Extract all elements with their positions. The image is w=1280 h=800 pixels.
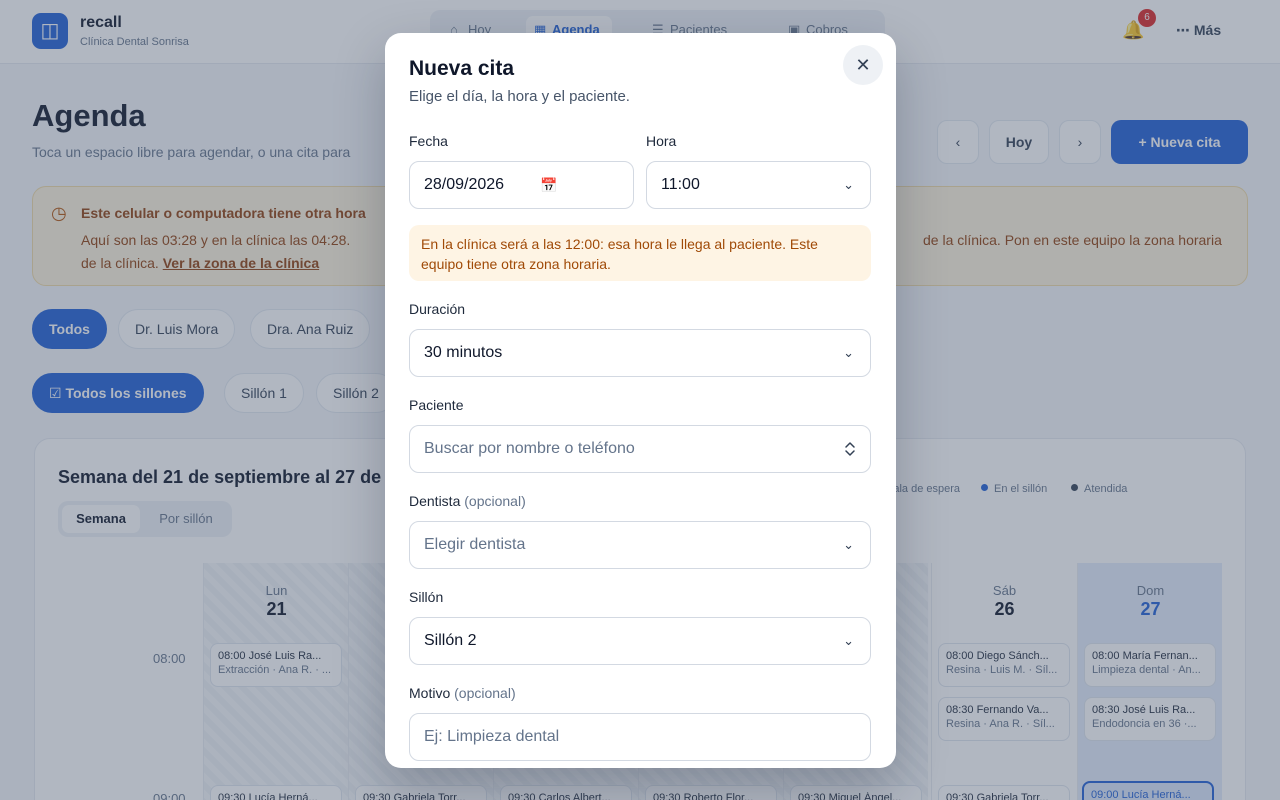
motivo-label: Motivo (opcional) <box>409 685 516 701</box>
close-icon: ✕ <box>855 55 871 75</box>
dialog-subtitle: Elige el día, la hora y el paciente. <box>409 88 630 105</box>
hora-label: Hora <box>646 133 677 149</box>
date-input[interactable]: 28/09/2026 📅 <box>409 161 634 209</box>
dentista-label-text: Dentista <box>409 493 461 509</box>
duration-value: 30 minutos <box>424 344 503 361</box>
up-down-chevron-icon <box>845 442 855 456</box>
patient-placeholder: Buscar por nombre o teléfono <box>424 440 635 457</box>
dentist-placeholder: Elegir dentista <box>424 536 526 553</box>
motivo-label-text: Motivo <box>409 685 451 701</box>
reason-input[interactable]: Ej: Limpieza dental <box>409 713 871 761</box>
new-appointment-dialog: Nueva cita Elige el día, la hora y el pa… <box>385 33 896 768</box>
duration-select[interactable]: 30 minutos ⌄ <box>409 329 871 377</box>
sillon-label: Sillón <box>409 589 444 605</box>
optional-tag: (opcional) <box>464 493 526 509</box>
fecha-label: Fecha <box>409 133 448 149</box>
chair-value: Sillón 2 <box>424 632 477 649</box>
timezone-warning: En la clínica será a las 12:00: esa hora… <box>409 225 871 281</box>
chevron-down-icon: ⌄ <box>843 633 854 648</box>
chevron-down-icon: ⌄ <box>843 345 854 360</box>
chevron-down-icon: ⌄ <box>843 177 854 192</box>
optional-tag: (opcional) <box>454 685 516 701</box>
time-value: 11:00 <box>661 176 700 193</box>
chair-select[interactable]: Sillón 2 ⌄ <box>409 617 871 665</box>
patient-search-combobox[interactable]: Buscar por nombre o teléfono <box>409 425 871 473</box>
chevron-down-icon: ⌄ <box>843 537 854 552</box>
close-button[interactable]: ✕ <box>843 45 883 85</box>
dentist-select[interactable]: Elegir dentista ⌄ <box>409 521 871 569</box>
date-value: 28/09/2026 <box>424 176 505 193</box>
reason-placeholder: Ej: Limpieza dental <box>424 728 560 745</box>
calendar-picker-icon[interactable]: 📅 <box>540 162 557 208</box>
duracion-label: Duración <box>409 301 466 317</box>
dentista-label: Dentista (opcional) <box>409 493 526 509</box>
dialog-title: Nueva cita <box>409 57 515 80</box>
time-select[interactable]: 11:00 ⌄ <box>646 161 871 209</box>
paciente-label: Paciente <box>409 397 464 413</box>
